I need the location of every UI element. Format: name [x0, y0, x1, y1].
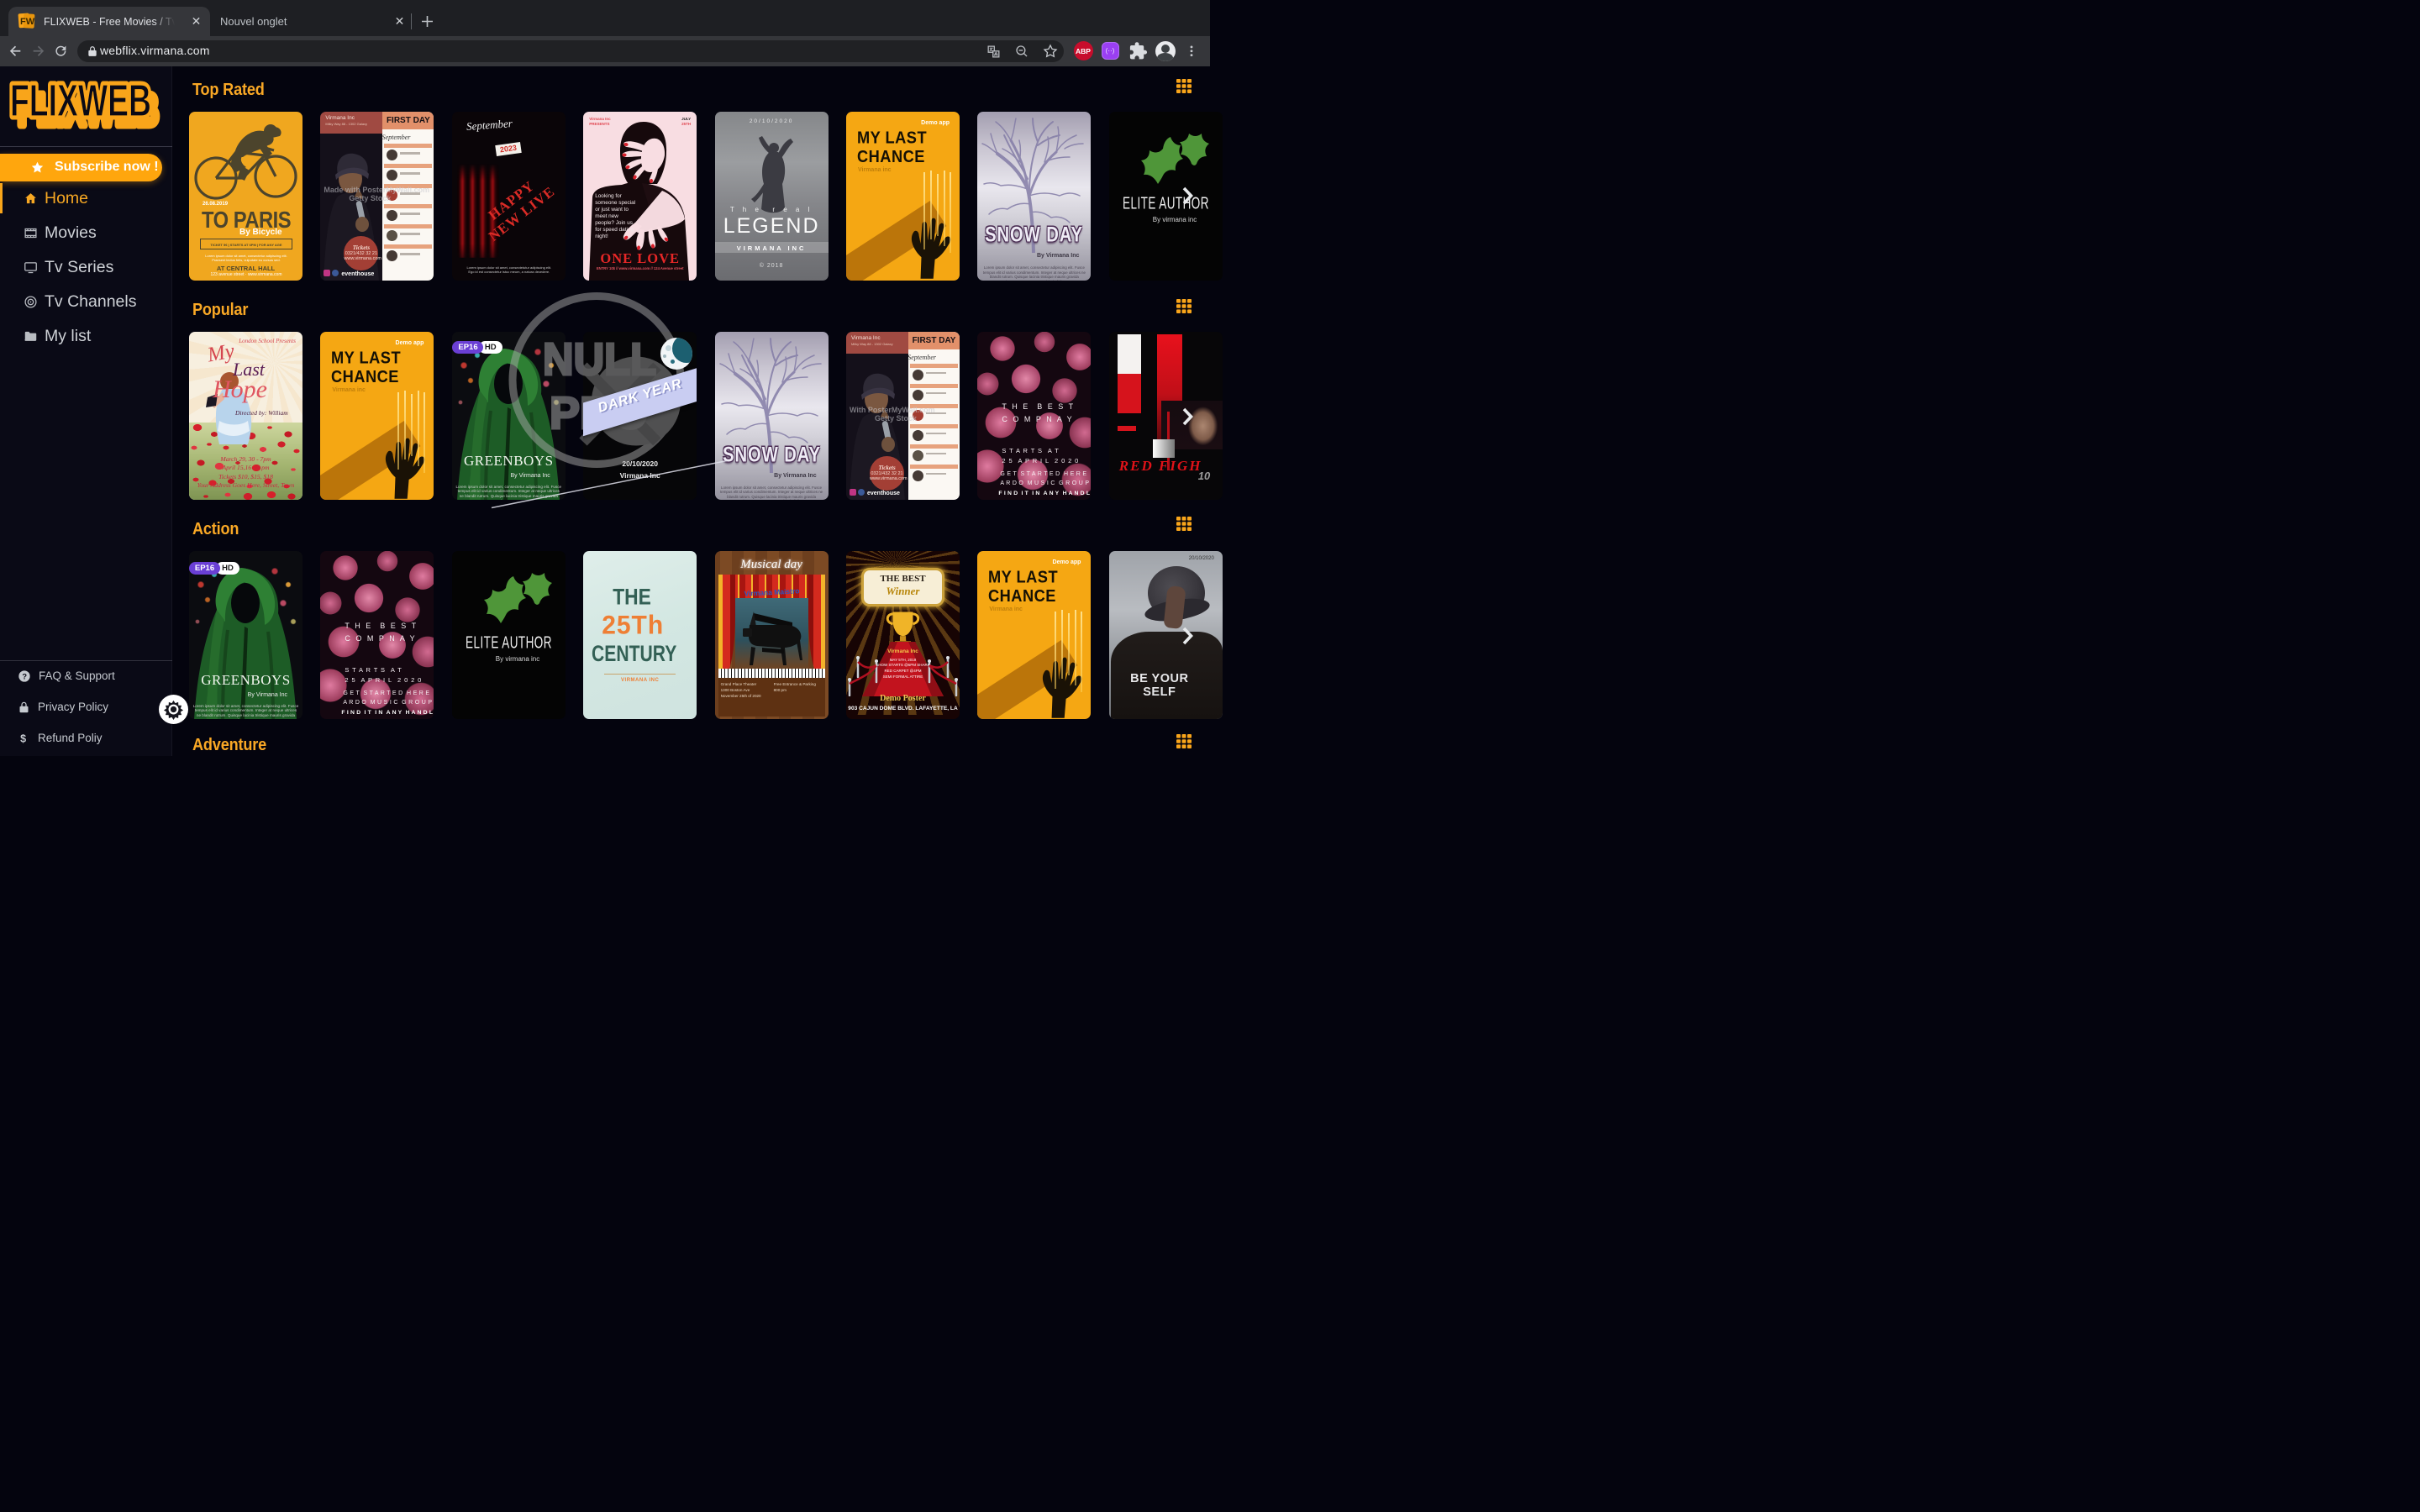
svg-text:FLIXWEB: FLIXWEB: [10, 78, 151, 126]
svg-text:$: $: [20, 732, 26, 744]
svg-text:?: ?: [22, 672, 27, 680]
svg-text:FW: FW: [20, 17, 35, 27]
